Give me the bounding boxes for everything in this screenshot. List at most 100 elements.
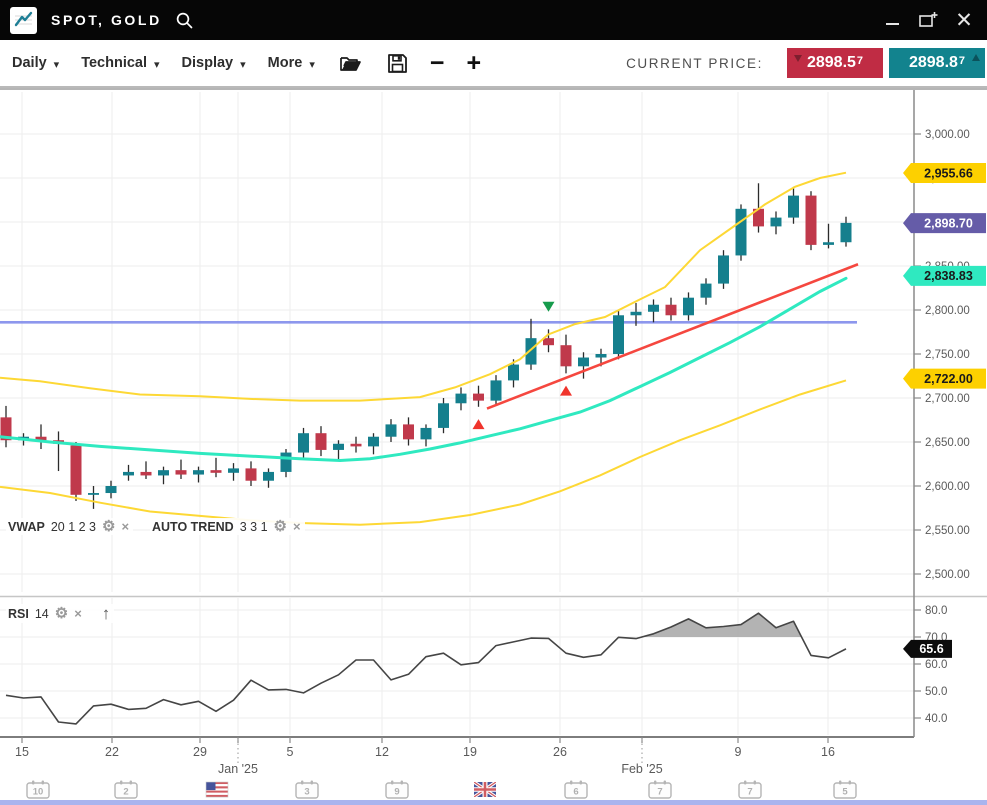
- menu-technical[interactable]: Technical ▾: [81, 55, 159, 71]
- date-axis-label: 22: [105, 745, 119, 759]
- price-axis-label: 3,000.00: [925, 129, 970, 141]
- ask-price-badge: 2898.87: [889, 48, 985, 78]
- calendar-day-icon[interactable]: 10: [27, 781, 49, 799]
- vwap-name: VWAP: [8, 520, 45, 534]
- candle-body: [141, 472, 152, 476]
- vwap-settings-button[interactable]: ⚙: [102, 519, 115, 534]
- candle-body: [578, 358, 589, 367]
- menu-more-label: More: [268, 55, 303, 71]
- candle: [771, 211, 782, 234]
- calendar-day-icon[interactable]: 3: [296, 781, 318, 799]
- candle: [701, 278, 712, 304]
- candle: [351, 437, 362, 453]
- candle: [316, 426, 327, 456]
- price-tag-label: 2,955.66: [924, 166, 973, 180]
- candle: [456, 387, 467, 410]
- price-tag-badge: 65.6: [903, 640, 952, 658]
- chevron-down-icon: ▾: [309, 58, 315, 71]
- vwap-remove-button[interactable]: ×: [121, 520, 129, 533]
- zoom-in-button[interactable]: +: [466, 51, 481, 76]
- menu-display[interactable]: Display ▾: [182, 55, 246, 71]
- candle: [438, 398, 449, 433]
- auto-trend-line: [487, 264, 858, 408]
- candle: [71, 442, 82, 501]
- autotrend-params: 3 3 1: [240, 520, 268, 534]
- price-tag-label: 2,722.00: [924, 372, 973, 386]
- candle-body: [106, 486, 117, 493]
- rsi-axis-label: 50.0: [925, 686, 947, 698]
- symbol-title: SPOT, GOLD: [51, 12, 162, 28]
- candle-body: [491, 380, 502, 400]
- price-axis-label: 2,550.00: [925, 525, 970, 537]
- date-axis-label: 19: [463, 745, 477, 759]
- candle: [141, 461, 152, 479]
- zoom-out-button[interactable]: −: [430, 51, 445, 76]
- price-tag-badge: 2,722.00: [903, 369, 986, 389]
- search-icon[interactable]: [175, 11, 194, 30]
- calendar-day-icon[interactable]: 9: [386, 781, 408, 799]
- close-button[interactable]: ✕: [951, 7, 977, 33]
- price-tag-badge: 2,898.70: [903, 213, 986, 233]
- candle: [53, 431, 64, 471]
- candle-body: [526, 338, 537, 364]
- candle: [298, 428, 309, 458]
- candle: [491, 375, 502, 405]
- candle: [123, 465, 134, 481]
- candle: [211, 458, 222, 477]
- rsi-settings-button[interactable]: ⚙: [55, 606, 68, 621]
- candle: [176, 460, 187, 479]
- candlestick-chart[interactable]: 3,000.002,950.002,900.002,850.002,800.00…: [0, 90, 987, 805]
- buy-signal-icon: [473, 419, 485, 429]
- candle: [473, 386, 484, 407]
- window-controls: ✕: [879, 7, 977, 33]
- minimize-button[interactable]: [879, 7, 905, 33]
- candle: [263, 468, 274, 487]
- candle-body: [438, 403, 449, 428]
- bottom-scrollbar[interactable]: [0, 800, 987, 805]
- candle-body: [456, 394, 467, 404]
- calendar-day-icon[interactable]: 5: [834, 781, 856, 799]
- candle: [578, 352, 589, 378]
- rsi-overbought-fill: [6, 613, 846, 755]
- calendar-day-icon[interactable]: 7: [649, 781, 671, 799]
- bid-price-badge: 2898.57: [787, 48, 883, 78]
- rsi-axis-label: 80.0: [925, 605, 947, 617]
- candle-body: [71, 446, 82, 495]
- candle: [736, 204, 747, 260]
- price-axis-label: 2,600.00: [925, 481, 970, 493]
- svg-text:3: 3: [304, 787, 309, 798]
- up-arrow-icon: [972, 54, 980, 61]
- us-flag-icon[interactable]: [206, 782, 228, 797]
- autotrend-remove-button[interactable]: ×: [293, 520, 301, 533]
- vwap-lower-band-line: [0, 380, 846, 524]
- chevron-down-icon: ▾: [154, 58, 160, 71]
- calendar-day-icon[interactable]: 2: [115, 781, 137, 799]
- candle-body: [771, 218, 782, 227]
- move-pane-up-button[interactable]: ↑: [102, 605, 111, 622]
- menu-more[interactable]: More ▾: [268, 55, 315, 71]
- calendar-day-icon[interactable]: 7: [739, 781, 761, 799]
- date-axis-label: 9: [735, 745, 742, 759]
- uk-flag-icon[interactable]: [474, 782, 496, 797]
- candle: [613, 310, 624, 359]
- svg-text:9: 9: [394, 787, 399, 798]
- rsi-params: 14: [35, 607, 49, 621]
- current-price-group: CURRENT PRICE: 2898.57 2898.87: [626, 48, 985, 78]
- candle-body: [386, 424, 397, 436]
- calendar-day-icon[interactable]: 6: [565, 781, 587, 799]
- trading-app-window: SPOT, GOLD ✕ Daily ▾: [0, 0, 987, 805]
- menu-timeframe[interactable]: Daily ▾: [12, 55, 59, 71]
- candle: [841, 217, 852, 247]
- candle-body: [193, 470, 204, 474]
- candle: [386, 419, 397, 442]
- candle-body: [648, 305, 659, 312]
- candle-body: [701, 284, 712, 298]
- candle: [648, 299, 659, 322]
- save-button[interactable]: [387, 53, 408, 74]
- popout-button[interactable]: [915, 7, 941, 33]
- rsi-remove-button[interactable]: ×: [74, 607, 82, 620]
- autotrend-settings-button[interactable]: ⚙: [274, 519, 287, 534]
- candle: [421, 424, 432, 446]
- candle-body: [298, 433, 309, 452]
- open-folder-button[interactable]: [339, 53, 363, 73]
